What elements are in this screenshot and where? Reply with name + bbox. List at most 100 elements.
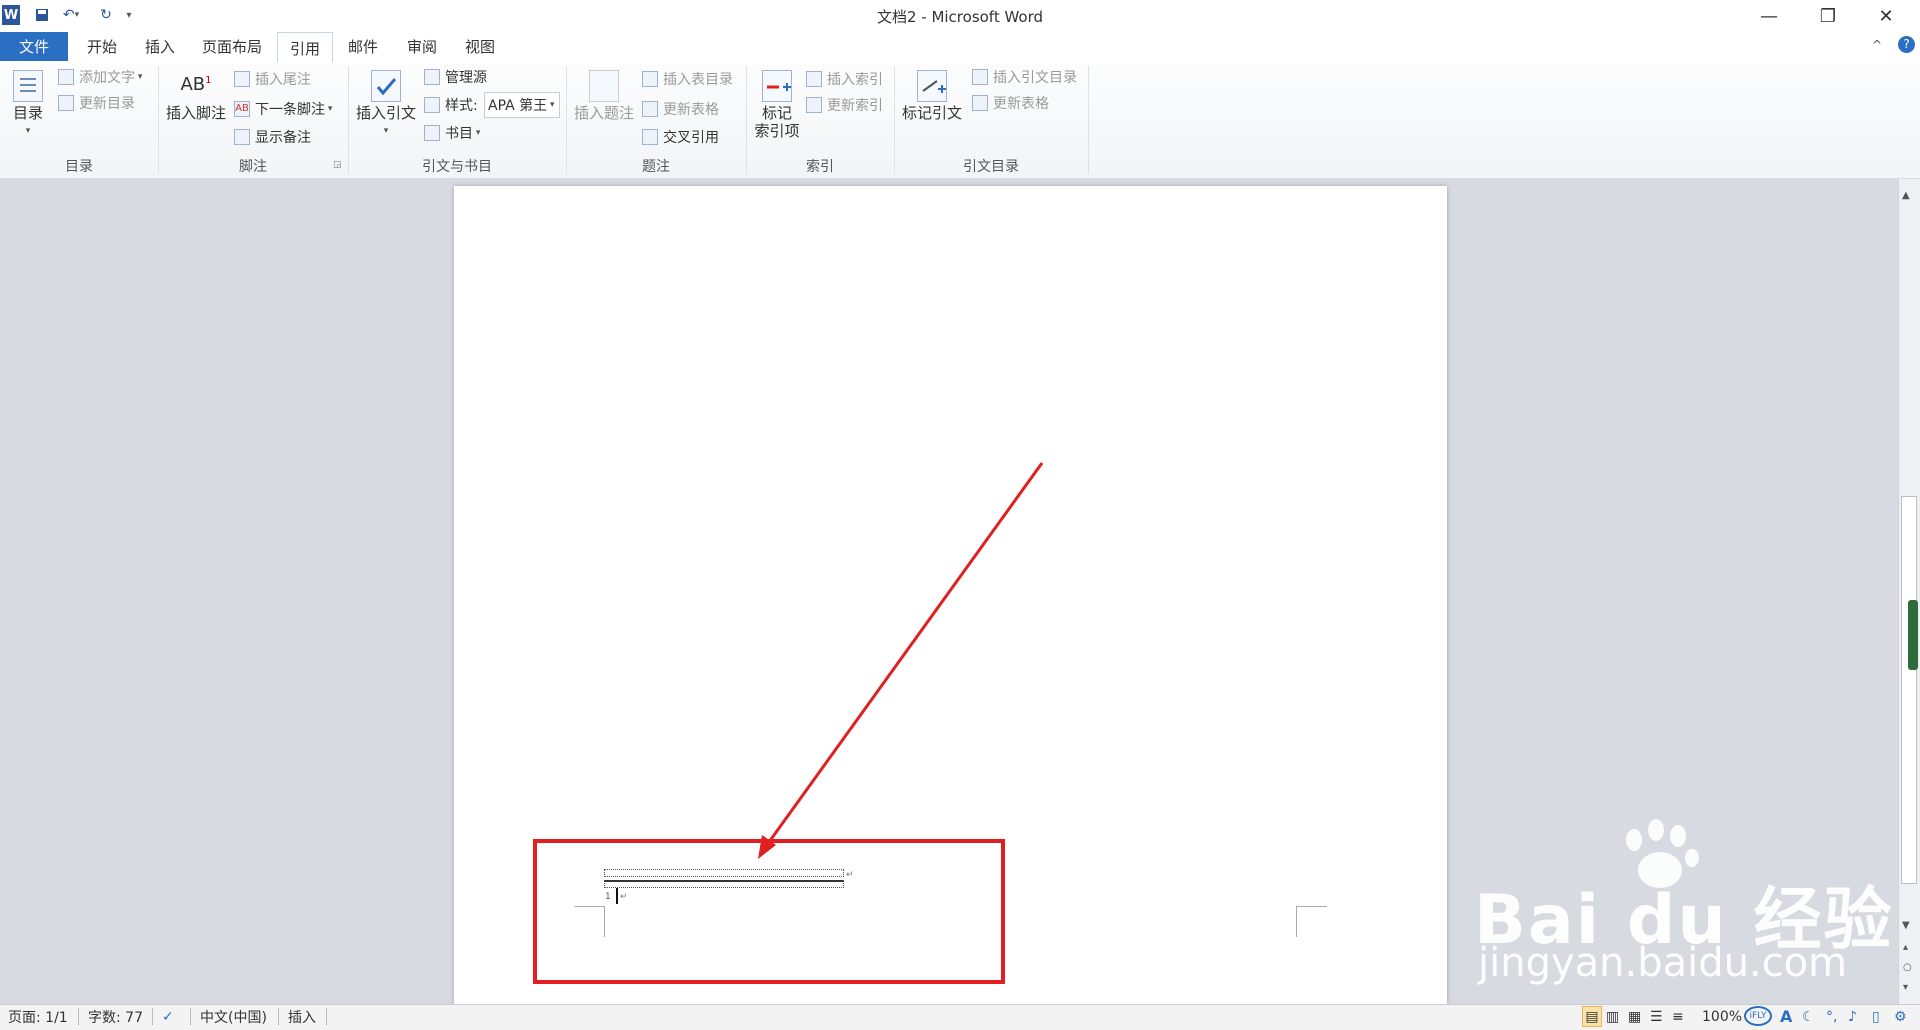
- insert-tof-label: 插入表目录: [663, 72, 733, 88]
- ime-moon-icon[interactable]: ☾: [1802, 1004, 1815, 1029]
- update-table-caption-button[interactable]: 更新表格: [642, 98, 719, 120]
- update-table-label: 更新表格: [663, 102, 719, 118]
- margin-corner-right: [1296, 906, 1327, 937]
- minimize-button[interactable]: —: [1741, 0, 1797, 32]
- mark-entry-icon: [762, 70, 792, 102]
- insert-toa-label: 插入引文目录: [993, 70, 1077, 86]
- side-panel-handle[interactable]: [1908, 600, 1918, 670]
- ime-punct-icon[interactable]: °,: [1826, 1004, 1837, 1029]
- add-text-icon: [58, 69, 74, 85]
- browse-object-icon[interactable]: ○: [1903, 962, 1912, 973]
- update-toc-button[interactable]: 更新目录: [58, 92, 135, 114]
- citation-style-select[interactable]: APA 第王 ▾: [484, 92, 560, 118]
- manage-sources-label: 管理源: [445, 70, 487, 86]
- outline-view-icon[interactable]: ☰: [1650, 1004, 1663, 1029]
- insert-tof-button[interactable]: 插入表目录: [642, 68, 733, 90]
- update-toc-label: 更新目录: [79, 96, 135, 112]
- mark-citation-button[interactable]: 标记引文: [900, 70, 964, 122]
- toc-label: 目录: [12, 104, 43, 122]
- ime-settings-icon[interactable]: ⚙: [1894, 1004, 1907, 1029]
- restore-button[interactable]: ❐: [1800, 0, 1856, 32]
- next-footnote-icon: AB: [234, 101, 250, 117]
- ime-voice-icon[interactable]: ♪: [1848, 1004, 1857, 1029]
- ime-logo-icon[interactable]: iFLY: [1744, 1006, 1772, 1026]
- insert-footnote-button[interactable]: AB1 插入脚注: [164, 72, 228, 122]
- style-label: 样式:: [445, 98, 478, 114]
- update-toa-button[interactable]: 更新表格: [972, 92, 1049, 114]
- insert-caption-label: 插入题注: [573, 104, 634, 122]
- minimize-ribbon-icon[interactable]: ^: [1872, 38, 1882, 52]
- show-notes-button[interactable]: 显示备注: [234, 126, 311, 148]
- endnote-icon: [234, 71, 250, 87]
- insert-endnote-button[interactable]: 插入尾注: [234, 68, 311, 90]
- footnote-dialog-launcher-icon[interactable]: ◲: [333, 160, 342, 170]
- manage-sources-button[interactable]: 管理源: [424, 66, 487, 88]
- status-separator: [190, 1008, 191, 1025]
- update-index-button[interactable]: 更新索引: [806, 94, 883, 116]
- group-toa-label: 引文目录: [963, 159, 1019, 175]
- print-layout-view-icon[interactable]: ▤: [1582, 1006, 1602, 1027]
- insert-index-icon: [806, 71, 822, 87]
- tab-page-layout[interactable]: 页面布局: [192, 32, 272, 61]
- scroll-up-icon[interactable]: ▲: [1902, 190, 1910, 201]
- status-language[interactable]: 中文(中国): [200, 1004, 267, 1029]
- footnote-icon: AB1: [180, 74, 212, 95]
- update-toa-label: 更新表格: [993, 96, 1049, 112]
- annotation-arrow: [758, 462, 1044, 859]
- tab-mailings[interactable]: 邮件: [338, 32, 388, 61]
- toc-icon: [13, 70, 43, 102]
- bibliography-icon: [424, 125, 440, 141]
- tab-home[interactable]: 开始: [72, 32, 132, 61]
- insert-toa-icon: [972, 69, 988, 85]
- citation-style-value: APA 第王: [488, 98, 548, 114]
- insert-citation-label: 插入引文: [355, 104, 416, 122]
- close-button[interactable]: ✕: [1858, 0, 1914, 32]
- update-index-icon: [806, 97, 822, 113]
- draft-view-icon[interactable]: ≡: [1672, 1004, 1684, 1029]
- group-caption-label: 题注: [642, 159, 670, 175]
- mark-citation-icon: [917, 70, 947, 102]
- bibliography-label: 书目: [445, 126, 473, 142]
- insert-citation-button[interactable]: 插入引文 ▾: [354, 70, 418, 140]
- next-page-icon[interactable]: ▾: [1903, 982, 1908, 993]
- cross-reference-button[interactable]: 交叉引用: [642, 126, 719, 148]
- tab-review[interactable]: 审阅: [396, 32, 448, 61]
- toc-button[interactable]: 目录 ▾: [10, 70, 46, 140]
- status-word-count[interactable]: 字数: 77: [88, 1004, 143, 1029]
- scroll-down-icon[interactable]: ▼: [1902, 920, 1910, 931]
- insert-caption-button[interactable]: 插入题注: [572, 70, 636, 122]
- mark-entry-label-2: 索引项: [754, 122, 800, 140]
- insert-caption-icon: [589, 70, 619, 102]
- update-index-label: 更新索引: [827, 98, 883, 114]
- status-page[interactable]: 页面: 1/1: [8, 1004, 68, 1029]
- manage-sources-icon: [424, 69, 440, 85]
- tab-references[interactable]: 引用: [277, 32, 333, 64]
- ime-mode-icon[interactable]: A: [1780, 1004, 1792, 1029]
- help-icon[interactable]: ?: [1898, 36, 1915, 53]
- mark-entry-button[interactable]: 标记 索引项: [750, 70, 804, 140]
- group-footnote-label: 脚注: [239, 159, 267, 175]
- tab-view[interactable]: 视图: [454, 32, 506, 61]
- insert-citation-icon: [371, 70, 401, 102]
- web-layout-icon[interactable]: ▦: [1628, 1004, 1641, 1029]
- status-separator: [278, 1008, 279, 1025]
- scrollbar-thumb[interactable]: [1901, 496, 1917, 884]
- prev-page-icon[interactable]: ▴: [1903, 942, 1908, 953]
- style-label-group: 样式:: [424, 94, 478, 116]
- full-screen-reading-icon[interactable]: ▥: [1606, 1004, 1619, 1029]
- tab-insert[interactable]: 插入: [132, 32, 188, 61]
- tab-file[interactable]: 文件: [0, 32, 68, 61]
- next-footnote-button[interactable]: AB 下一条脚注 ▾: [234, 98, 332, 120]
- insert-index-button[interactable]: 插入索引: [806, 68, 883, 90]
- bibliography-button[interactable]: 书目 ▾: [424, 122, 480, 144]
- zoom-level[interactable]: 100%: [1702, 1004, 1742, 1029]
- cross-reference-label: 交叉引用: [663, 130, 719, 146]
- insert-index-label: 插入索引: [827, 72, 883, 88]
- insert-toa-button[interactable]: 插入引文目录: [972, 66, 1077, 88]
- cross-reference-icon: [642, 129, 658, 145]
- ime-keyboard-icon[interactable]: ▯: [1872, 1004, 1880, 1029]
- proofing-icon[interactable]: ✓: [162, 1004, 174, 1029]
- add-text-button[interactable]: 添加文字 ▾: [58, 66, 142, 88]
- status-separator: [326, 1008, 327, 1025]
- status-insert-mode[interactable]: 插入: [288, 1004, 316, 1029]
